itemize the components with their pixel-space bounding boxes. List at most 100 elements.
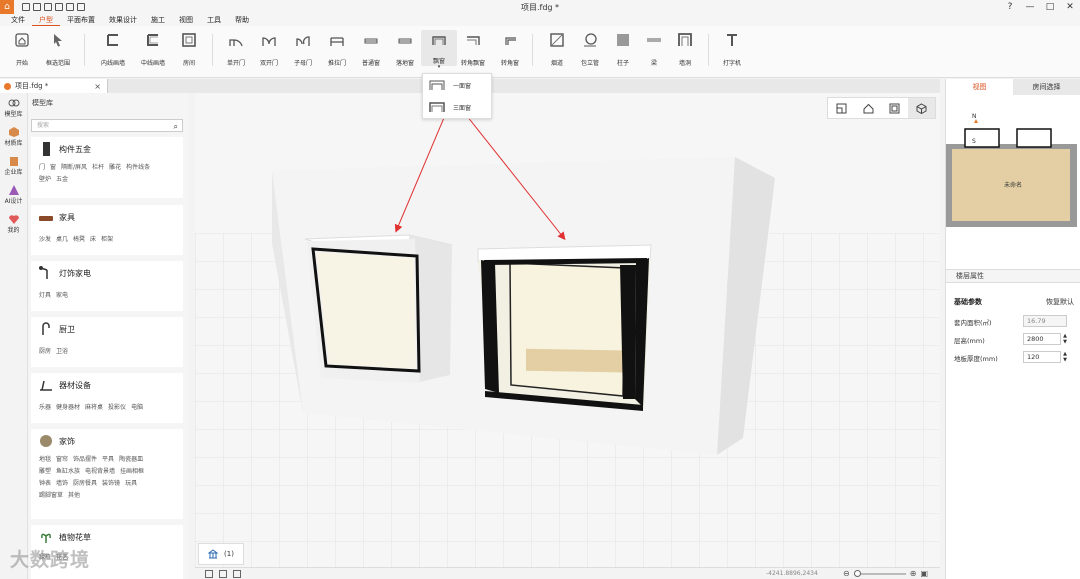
close-tab-icon[interactable]: ×	[94, 82, 101, 91]
text-tool-button[interactable]: 打字机	[714, 32, 750, 67]
tag-link[interactable]: 玩具	[125, 480, 137, 487]
corner-window-button[interactable]: 转角窗	[492, 32, 528, 67]
tag-link[interactable]: 雕塑	[39, 468, 51, 475]
room-button[interactable]: 房间	[171, 32, 207, 67]
floor-tab[interactable]: (1)	[198, 543, 244, 565]
zoom-out-icon[interactable]: ⊖	[843, 569, 850, 578]
bay-window-one-side[interactable]	[304, 234, 453, 383]
snapshot-icon[interactable]	[219, 570, 227, 578]
3d-scene[interactable]	[195, 93, 940, 567]
double-door-button[interactable]: 双开门	[251, 32, 287, 67]
tag-link[interactable]: 地毯	[39, 456, 51, 463]
tag-link[interactable]: 壁炉	[39, 176, 51, 183]
zoom-slider-handle[interactable]	[853, 569, 861, 577]
tag-link[interactable]: 钟表	[39, 480, 51, 487]
tag-link[interactable]: 家电	[56, 292, 68, 299]
corner-bay-window-button[interactable]: 转角飘窗	[455, 32, 491, 67]
redo-icon[interactable]	[77, 3, 85, 11]
center-wall-button[interactable]: 中线画墙	[135, 32, 171, 67]
strip-item-mine[interactable]: 我的	[0, 209, 27, 238]
close-button[interactable]: ✕	[1060, 0, 1080, 14]
inner-wall-button[interactable]: 内线画墙	[95, 32, 131, 67]
zoom-in-icon[interactable]: ⊕	[910, 569, 917, 578]
view-3d-button[interactable]	[908, 98, 935, 118]
image-icon[interactable]	[233, 570, 241, 578]
menu-view[interactable]: 视图	[172, 14, 200, 26]
tag-link[interactable]: 墙饰	[56, 480, 68, 487]
tag-link[interactable]: 厨房	[39, 348, 51, 355]
start-button[interactable]: 开始	[4, 32, 40, 67]
tag-link[interactable]: 灯具	[39, 292, 51, 299]
search-icon[interactable]: ⌕	[174, 121, 178, 132]
tag-link[interactable]: 雕花	[109, 164, 121, 171]
single-door-button[interactable]: 单开门	[218, 32, 254, 67]
strip-item-models[interactable]: 模型库	[0, 93, 27, 122]
stepper-icon[interactable]: ▲ ▼	[1062, 333, 1068, 345]
floor-thickness-field[interactable]: 120	[1023, 351, 1061, 363]
fit-view-icon[interactable]: ▣	[920, 569, 928, 578]
undo-icon[interactable]	[66, 3, 74, 11]
tag-link[interactable]: 陶瓷器皿	[119, 456, 143, 463]
tag-link[interactable]: 乐器	[39, 404, 51, 411]
strip-item-materials[interactable]: 材质库	[0, 122, 27, 151]
tag-link[interactable]: 沙发	[39, 236, 51, 243]
menu-construction[interactable]: 施工	[144, 14, 172, 26]
tag-link[interactable]: 五金	[56, 176, 68, 183]
restore-default-button[interactable]: 恢复默认	[1046, 297, 1074, 307]
tag-link[interactable]: 桌几	[56, 236, 68, 243]
tag-link[interactable]: 构件线条	[126, 164, 150, 171]
tag-link[interactable]: 隔断/屏风	[61, 164, 87, 171]
library-search-input[interactable]: 搜索 ⌕	[31, 119, 183, 132]
tag-link[interactable]: 窗帘	[56, 456, 68, 463]
tag-link[interactable]: 栏杆	[92, 164, 104, 171]
dropdown-item-one-side[interactable]: 一面窗	[423, 74, 491, 96]
view-plan-button[interactable]	[828, 98, 855, 118]
zoom-slider[interactable]	[853, 569, 906, 577]
bay-window-three-side[interactable]	[477, 244, 652, 411]
menu-render[interactable]: 效果设计	[102, 14, 144, 26]
tab-room-select[interactable]: 房间选择	[1013, 79, 1080, 95]
help-icon[interactable]: ?	[1000, 0, 1020, 14]
floor-plan-minimap[interactable]: N S 未命名	[946, 99, 1080, 259]
category-card-equipment[interactable]: 器材设备 乐器 健身器材 麻将桌 投影仪 电脑	[31, 373, 183, 423]
tag-link[interactable]: 厨房餐具	[73, 480, 97, 487]
select-range-button[interactable]: 框选范围	[40, 32, 76, 67]
category-card-decor[interactable]: 家饰 地毯 窗帘 饰品摆件 平具 陶瓷器皿 雕塑 鱼缸水族 电视背景墙 挂画相框 钟表 墙饰 厨房…	[31, 429, 183, 519]
wall-hole-button[interactable]: 墙洞	[667, 32, 703, 67]
category-card-furniture[interactable]: 家具 沙发 桌几 椅凳床柜架	[31, 205, 183, 255]
stepper-icon[interactable]: ▲ ▼	[1062, 351, 1068, 363]
height-field[interactable]: 2800	[1023, 333, 1061, 345]
tag-link[interactable]: 装饰镜	[102, 480, 120, 487]
tag-link[interactable]: 投影仪	[108, 404, 126, 411]
view-elevation-button[interactable]	[882, 98, 909, 118]
maximize-button[interactable]: □	[1040, 0, 1060, 14]
tag-link[interactable]: 平具	[102, 456, 114, 463]
tag-link[interactable]: 卫浴	[56, 348, 68, 355]
floor-window-button[interactable]: 落地窗	[387, 32, 423, 67]
save-as-icon[interactable]	[55, 3, 63, 11]
tag-link[interactable]: 电视背景墙	[85, 468, 115, 475]
new-file-icon[interactable]	[22, 3, 30, 11]
menu-help[interactable]: 帮助	[228, 14, 256, 26]
strip-item-enterprise[interactable]: 企业库	[0, 151, 27, 180]
menu-tools[interactable]: 工具	[200, 14, 228, 26]
tag-link[interactable]: 电脑	[131, 404, 143, 411]
category-card-kitchen-bath[interactable]: 厨卫 厨房 卫浴	[31, 317, 183, 367]
hatch-icon[interactable]	[205, 570, 213, 578]
tag-link[interactable]: 挂画相框	[120, 468, 144, 475]
sliding-door-button[interactable]: 推拉门	[319, 32, 355, 67]
tag-link[interactable]: 其他	[68, 492, 80, 499]
tag-link[interactable]: 健身器材	[56, 404, 80, 411]
strip-item-ai-design[interactable]: AI设计	[0, 180, 27, 209]
tag-link[interactable]: 门	[39, 164, 45, 171]
menu-floorplan[interactable]: 户型	[32, 14, 60, 26]
tag-link[interactable]: 饰品摆件	[73, 456, 97, 463]
menu-file[interactable]: 文件	[4, 14, 32, 26]
tag-link[interactable]: 床	[90, 236, 96, 243]
flue-button[interactable]: 烟道	[539, 32, 575, 67]
document-tab[interactable]: 项目.fdg * ×	[0, 79, 108, 93]
bay-window-button[interactable]: 飘窗 ▾	[421, 30, 457, 70]
tag-link[interactable]: 椅凳	[73, 236, 85, 243]
window-button[interactable]: 普通窗	[353, 32, 389, 67]
view-house-button[interactable]	[855, 98, 882, 118]
